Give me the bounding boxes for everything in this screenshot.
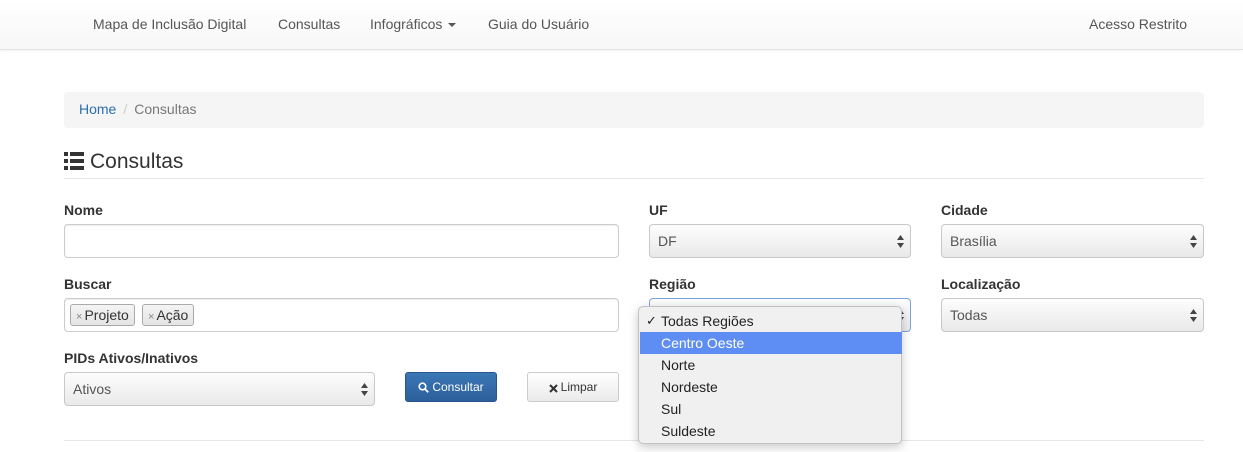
regiao-option-nordeste[interactable]: Nordeste	[640, 376, 902, 398]
nav-item-infograficos[interactable]: Infográficos	[370, 16, 457, 32]
search-icon	[418, 382, 430, 393]
cidade-select-value: Brasília	[950, 233, 997, 249]
regiao-option-todas[interactable]: ✓ Todas Regiões	[640, 310, 902, 332]
localizacao-select-value: Todas	[950, 307, 988, 323]
nav-item-guia[interactable]: Guia do Usuário	[488, 16, 589, 32]
cidade-select[interactable]: Brasília	[941, 224, 1204, 258]
option-label: Suldeste	[661, 423, 716, 439]
tag-label: Ação	[156, 307, 189, 323]
select-arrows-icon	[361, 383, 368, 396]
nome-label: Nome	[64, 202, 103, 218]
breadcrumb: Home / Consultas	[64, 92, 1204, 128]
nav-item-infograficos-label: Infográficos	[370, 16, 443, 32]
option-label: Todas Regiões	[661, 313, 754, 329]
option-label: Centro Oeste	[661, 335, 745, 351]
regiao-dropdown-list: ✓ Todas Regiões Centro Oeste Norte Nordes…	[638, 306, 902, 444]
section-divider	[64, 440, 1204, 441]
select-arrows-icon	[897, 235, 904, 248]
tag-acao: × Ação	[142, 304, 195, 326]
limpar-label: Limpar	[560, 380, 598, 394]
tag-remove-icon[interactable]: ×	[76, 311, 82, 323]
pids-label: PIDs Ativos/Inativos	[64, 350, 199, 366]
uf-select-value: DF	[658, 233, 677, 249]
cidade-label: Cidade	[941, 202, 988, 218]
localizacao-label: Localização	[941, 276, 1021, 292]
select-arrows-icon	[1190, 309, 1197, 322]
localizacao-select[interactable]: Todas	[941, 298, 1204, 332]
option-label: Norte	[661, 357, 696, 373]
list-icon	[64, 152, 84, 170]
check-icon: ✓	[646, 313, 657, 328]
breadcrumb-current: Consultas	[134, 101, 197, 117]
regiao-option-norte[interactable]: Norte	[640, 354, 902, 376]
buscar-tag-input[interactable]: × Projeto × Ação	[64, 298, 619, 332]
option-label: Nordeste	[661, 379, 718, 395]
limpar-button[interactable]: Limpar	[527, 372, 619, 402]
page-title-text: Consultas	[90, 150, 184, 173]
top-navbar: Mapa de Inclusão Digital Consultas Infog…	[0, 0, 1243, 50]
buscar-label: Buscar	[64, 276, 112, 292]
regiao-option-sul[interactable]: Sul	[640, 398, 902, 420]
uf-select[interactable]: DF	[649, 224, 911, 258]
nav-item-consultas[interactable]: Consultas	[278, 16, 340, 32]
pids-select-value: Ativos	[73, 381, 112, 397]
select-arrows-icon	[1190, 235, 1197, 248]
uf-label: UF	[649, 202, 668, 218]
caret-down-icon	[448, 23, 457, 28]
option-label: Sul	[661, 401, 682, 417]
tag-projeto: × Projeto	[70, 304, 135, 326]
page-title: Consultas	[64, 150, 1204, 179]
nav-item-mapa[interactable]: Mapa de Inclusão Digital	[93, 16, 246, 32]
consultar-label: Consultar	[432, 380, 484, 394]
consultar-button[interactable]: Consultar	[405, 372, 497, 402]
breadcrumb-separator: /	[123, 101, 128, 117]
tag-remove-icon[interactable]: ×	[148, 311, 154, 323]
tag-label: Projeto	[84, 307, 129, 323]
nav-item-acesso-restrito[interactable]: Acesso Restrito	[1089, 16, 1187, 32]
pids-select[interactable]: Ativos	[64, 372, 375, 406]
breadcrumb-home[interactable]: Home	[79, 101, 116, 117]
regiao-option-centro-oeste[interactable]: Centro Oeste	[640, 332, 902, 354]
regiao-label: Região	[649, 276, 696, 292]
times-icon	[548, 384, 558, 393]
regiao-option-suldeste[interactable]: Suldeste	[640, 420, 902, 442]
nome-input[interactable]	[64, 224, 619, 258]
